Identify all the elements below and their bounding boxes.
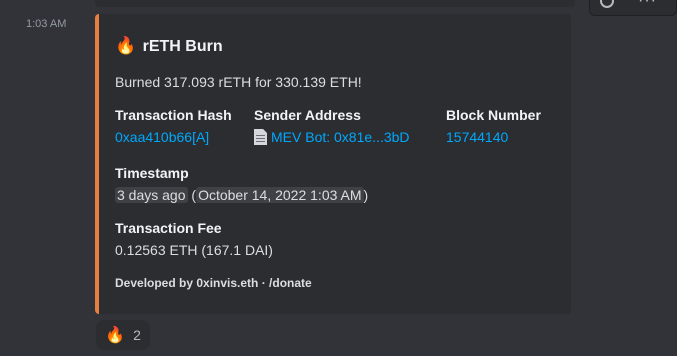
transaction-hash-link[interactable]: 0xaa410b66[A] (115, 129, 232, 145)
message-timestamp[interactable]: 1:03 AM (26, 18, 66, 30)
field-name: Transaction Hash (115, 107, 232, 123)
embed-title-text: rETH Burn (142, 38, 223, 55)
previous-embed-edge (95, 0, 575, 7)
field-block-number: Block Number 15744140 (446, 107, 541, 145)
relative-time-chip[interactable]: 3 days ago (115, 187, 188, 203)
field-name: Timestamp (115, 165, 189, 181)
block-number-link[interactable]: 15744140 (446, 129, 541, 145)
field-name: Transaction Fee (115, 220, 222, 236)
embed-footer: Developed by 0xinvis.eth · /donate (115, 276, 312, 290)
field-value: 3 days ago (October 14, 2022 1:03 AM) (115, 187, 368, 203)
message-hover-toolbar: ··· (589, 0, 677, 16)
fire-icon: 🔥 (105, 327, 126, 344)
field-transaction-hash: Transaction Hash 0xaa410b66[A] (115, 107, 232, 145)
add-reaction-icon[interactable] (600, 0, 614, 8)
embed-title: 🔥 rETH Burn (115, 36, 223, 56)
sender-address-link[interactable]: MEV Bot: 0x81e...3bD (271, 129, 410, 145)
field-timestamp: Timestamp 3 days ago (October 14, 2022 1… (115, 165, 368, 203)
reaction-button[interactable]: 🔥 2 (96, 320, 150, 350)
reaction-count: 2 (133, 327, 141, 343)
embed-accent-bar (95, 14, 99, 314)
field-name: Sender Address (254, 107, 361, 123)
embed-description: Burned 317.093 rETH for 330.139 ETH! (115, 74, 362, 90)
field-name: Block Number (446, 107, 541, 123)
discord-message-view: ··· 1:03 AM 🔥 rETH Burn Burned 317.093 r… (0, 0, 677, 356)
bot-embed: 🔥 rETH Burn Burned 317.093 rETH for 330.… (95, 14, 571, 314)
more-options-icon[interactable]: ··· (638, 0, 662, 9)
paren-close: ) (363, 187, 369, 203)
fire-icon: 🔥 (115, 36, 137, 55)
field-sender-address: Sender Address MEV Bot: 0x81e...3bD (254, 107, 410, 145)
document-icon (254, 129, 267, 145)
field-transaction-fee: Transaction Fee 0.12563 ETH (167.1 DAI) (115, 220, 273, 258)
field-value: MEV Bot: 0x81e...3bD (254, 129, 410, 145)
absolute-time-chip[interactable]: October 14, 2022 1:03 AM (196, 187, 364, 203)
field-value: 0.12563 ETH (167.1 DAI) (115, 242, 273, 258)
